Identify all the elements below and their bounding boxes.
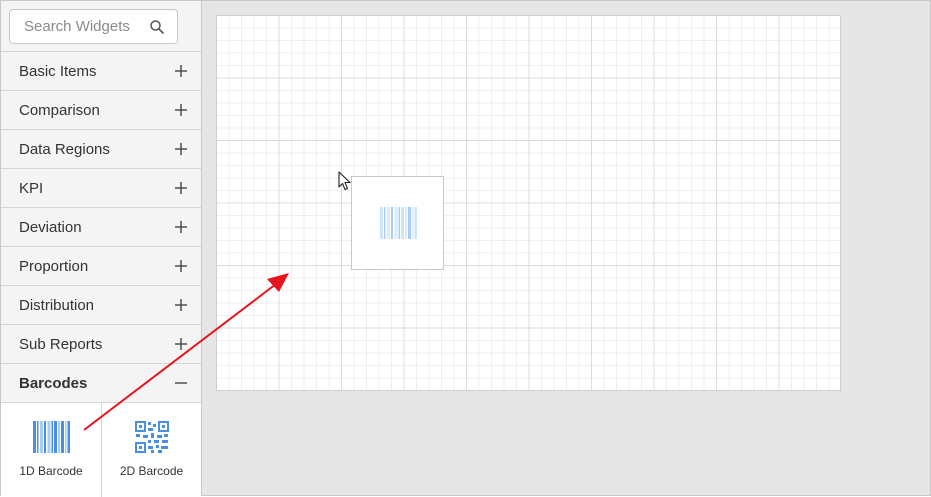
report-design-surface[interactable] xyxy=(216,15,841,391)
barcode-1d-icon xyxy=(380,207,417,239)
category-label: Data Regions xyxy=(19,140,110,158)
minus-icon[interactable] xyxy=(175,377,187,389)
canvas-area xyxy=(202,1,930,495)
category-label: Comparison xyxy=(19,101,100,119)
search-icon[interactable] xyxy=(149,19,165,35)
category-basic-items[interactable]: Basic Items xyxy=(1,52,201,91)
category-deviation[interactable]: Deviation xyxy=(1,208,201,247)
widget-label: 1D Barcode xyxy=(19,464,83,478)
widget-sidebar: Basic Items Comparison Data Regions KPI … xyxy=(1,1,202,497)
widget-label: 2D Barcode xyxy=(119,464,184,478)
category-comparison[interactable]: Comparison xyxy=(1,91,201,130)
category-sub-reports[interactable]: Sub Reports xyxy=(1,325,201,364)
plus-icon[interactable] xyxy=(175,104,187,116)
category-label: Distribution xyxy=(19,296,95,314)
app-frame: Basic Items Comparison Data Regions KPI … xyxy=(0,0,931,497)
plus-icon[interactable] xyxy=(175,221,187,233)
barcodes-panel: 1D Barcode 2D Barcode xyxy=(1,403,201,497)
widget-1d-barcode[interactable]: 1D Barcode xyxy=(1,403,101,497)
category-barcodes[interactable]: Barcodes xyxy=(1,364,201,403)
widget-2d-barcode[interactable]: 2D Barcode xyxy=(101,403,201,497)
plus-icon[interactable] xyxy=(175,143,187,155)
category-label: Sub Reports xyxy=(19,335,103,353)
category-kpi[interactable]: KPI xyxy=(1,169,201,208)
plus-icon[interactable] xyxy=(175,182,187,194)
category-label: Basic Items xyxy=(19,62,97,80)
search-box[interactable] xyxy=(9,9,178,44)
category-label: Proportion xyxy=(19,257,89,275)
plus-icon[interactable] xyxy=(175,299,187,311)
plus-icon[interactable] xyxy=(175,260,187,272)
category-distribution[interactable]: Distribution xyxy=(1,286,201,325)
plus-icon[interactable] xyxy=(175,65,187,77)
dragged-barcode-preview[interactable] xyxy=(351,176,444,270)
category-label: Barcodes xyxy=(19,374,88,392)
search-container xyxy=(1,1,201,52)
search-input[interactable] xyxy=(10,10,145,43)
qr-code-icon xyxy=(134,421,169,453)
category-data-regions[interactable]: Data Regions xyxy=(1,130,201,169)
category-label: Deviation xyxy=(19,218,82,236)
plus-icon[interactable] xyxy=(175,338,187,350)
barcode-1d-icon xyxy=(32,421,70,453)
mouse-cursor-icon xyxy=(338,171,351,191)
category-label: KPI xyxy=(19,179,44,197)
category-proportion[interactable]: Proportion xyxy=(1,247,201,286)
